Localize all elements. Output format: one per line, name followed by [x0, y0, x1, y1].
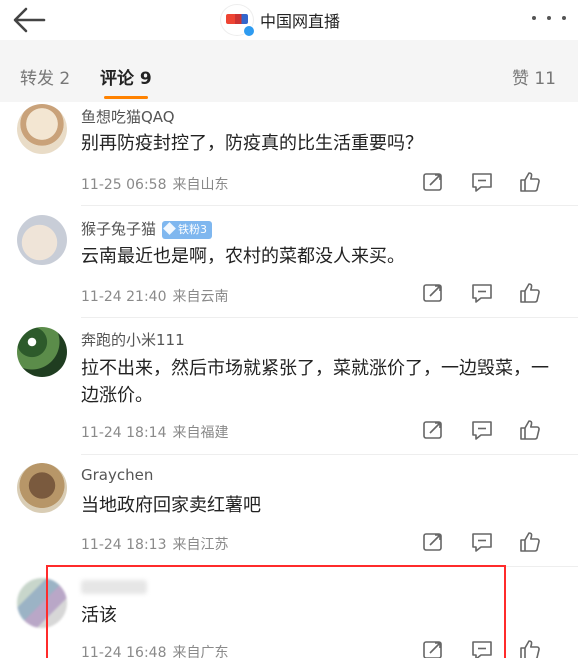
tab-bar: 转发 2 评论 9 赞 11 — [0, 40, 578, 102]
verified-icon — [243, 25, 255, 37]
reply-icon[interactable] — [470, 170, 494, 194]
share-icon[interactable] — [421, 530, 445, 554]
divider — [81, 566, 578, 567]
tab-comments[interactable]: 评论 9 — [100, 64, 152, 89]
comment-meta: 11-25 06:58 来自山东 — [81, 174, 228, 194]
comment-username[interactable] — [81, 580, 147, 594]
comment-source: 来自广东 — [172, 645, 229, 658]
comment-text: 别再防疫封控了，防疫真的比生活重要吗？ — [81, 133, 423, 154]
avatar[interactable] — [17, 463, 67, 513]
account-header[interactable]: 中国网直播 — [220, 4, 341, 37]
avatar[interactable] — [17, 578, 67, 628]
comment-source: 来自福建 — [172, 425, 229, 441]
divider — [81, 454, 578, 455]
comment-text: 云南最近也是啊，农村的菜都没人来买。 — [81, 246, 405, 267]
like-icon[interactable] — [518, 170, 542, 194]
account-logo — [220, 4, 255, 37]
avatar[interactable] — [17, 215, 67, 265]
top-bar: 中国网直播 — [0, 0, 578, 40]
divider — [81, 317, 578, 318]
comment-source: 来自江苏 — [172, 537, 229, 553]
like-icon[interactable] — [518, 281, 542, 305]
comment-text: 当地政府回家卖红薯吧 — [81, 495, 261, 516]
comment-time: 11-24 18:14 — [81, 425, 167, 441]
comment-meta: 11-24 21:40 来自云南 — [81, 286, 228, 306]
share-icon[interactable] — [421, 170, 445, 194]
comment-username[interactable]: 猴子兔子猫 铁粉3 — [81, 218, 213, 239]
comment-time: 11-24 21:40 — [81, 289, 167, 305]
reply-icon[interactable] — [470, 638, 494, 658]
comment-text: 活该 — [81, 605, 117, 626]
comment-username[interactable]: 鱼想吃猫QAQ — [81, 106, 175, 127]
more-dots-icon[interactable] — [532, 8, 566, 28]
fan-badge: 铁粉3 — [162, 221, 213, 239]
page-title: 中国网直播 — [260, 12, 341, 31]
comment-username[interactable]: Graychen — [81, 466, 153, 484]
comment-time: 11-24 16:48 — [81, 645, 167, 658]
back-arrow-icon[interactable] — [10, 6, 50, 34]
comment-meta: 11-24 18:14 来自福建 — [81, 422, 228, 442]
avatar[interactable] — [17, 327, 67, 377]
comment-username[interactable]: 奔跑的小米111 — [81, 329, 185, 350]
like-icon[interactable] — [518, 530, 542, 554]
tab-reposts[interactable]: 转发 2 — [20, 64, 70, 89]
avatar[interactable] — [17, 104, 67, 154]
share-icon[interactable] — [421, 418, 445, 442]
reply-icon[interactable] — [470, 281, 494, 305]
comment-meta: 11-24 18:13 来自江苏 — [81, 534, 228, 554]
like-icon[interactable] — [518, 418, 542, 442]
reply-icon[interactable] — [470, 530, 494, 554]
share-icon[interactable] — [421, 281, 445, 305]
reply-icon[interactable] — [470, 418, 494, 442]
comment-time: 11-25 06:58 — [81, 177, 167, 193]
share-icon[interactable] — [421, 638, 445, 658]
comment-time: 11-24 18:13 — [81, 537, 167, 553]
like-icon[interactable] — [518, 638, 542, 658]
comment-meta: 11-24 16:48 来自广东 — [81, 642, 228, 658]
comment-source: 来自云南 — [172, 289, 229, 305]
divider — [81, 205, 578, 206]
active-tab-indicator — [104, 96, 148, 99]
diamond-icon — [163, 222, 176, 235]
comment-text: 拉不出来，然后市场就紧张了，菜就涨价了，一边毁菜，一边涨价。 — [81, 358, 549, 406]
tab-likes[interactable]: 赞 11 — [512, 64, 556, 89]
comment-source: 来自山东 — [172, 177, 229, 193]
